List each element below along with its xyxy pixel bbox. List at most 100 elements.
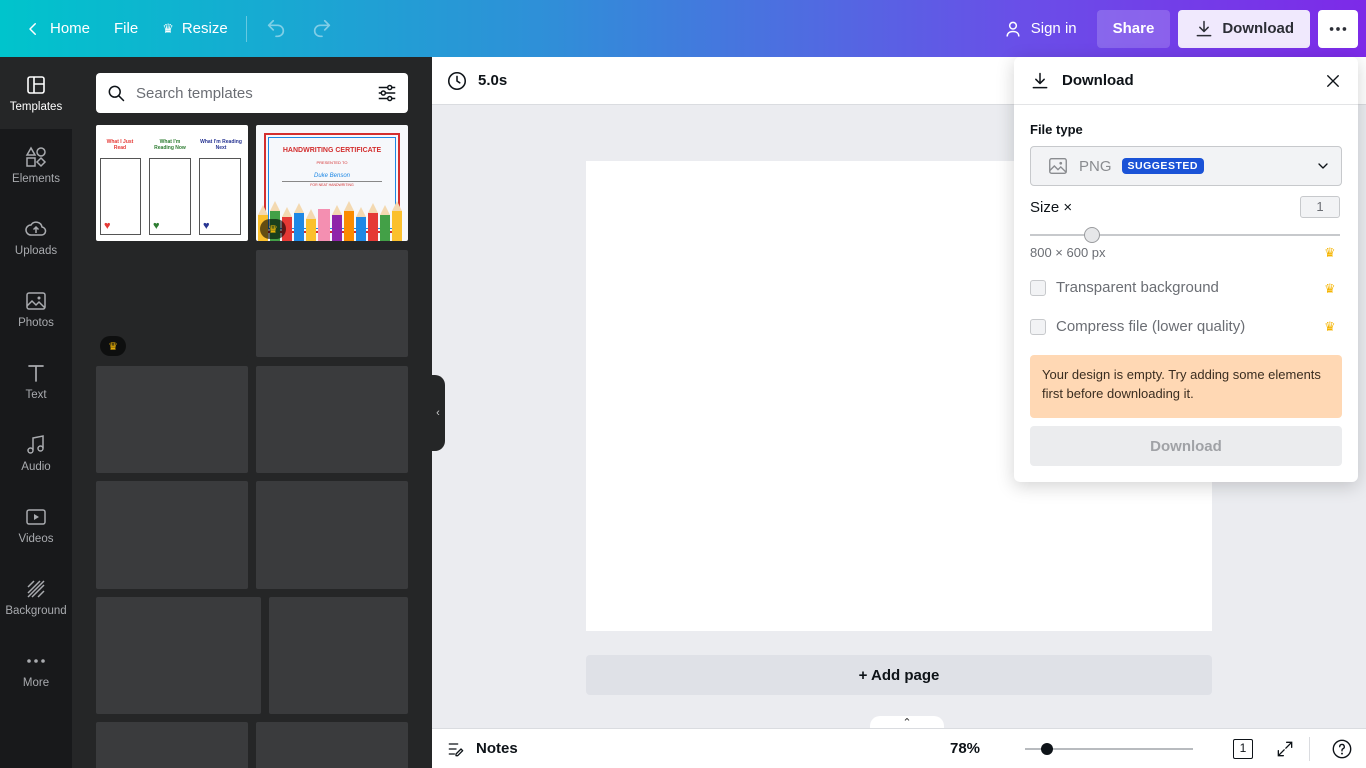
- certificate-title: HANDWRITING CERTIFICATE: [282, 147, 382, 154]
- certificate-name: Duke Benson: [313, 173, 351, 179]
- template-placeholder[interactable]: [269, 597, 408, 714]
- undo-button[interactable]: [253, 10, 299, 48]
- collapse-panel-button[interactable]: ‹: [431, 375, 445, 451]
- rail-label: Text: [25, 389, 47, 401]
- template-placeholder[interactable]: [256, 722, 408, 768]
- compress-file-checkbox[interactable]: [1030, 318, 1046, 335]
- template-placeholder[interactable]: [96, 597, 261, 714]
- reading-col-title-1: What I Just Read: [106, 139, 134, 151]
- template-placeholder[interactable]: [96, 481, 248, 589]
- download-button[interactable]: Download: [1178, 9, 1310, 48]
- user-icon: [1006, 21, 1020, 37]
- elements-icon: [25, 146, 47, 168]
- template-placeholder[interactable]: [256, 481, 408, 589]
- sign-in-label: Sign in: [1030, 20, 1077, 37]
- premium-badge: ♛: [260, 219, 286, 239]
- chevron-left-icon: [29, 22, 36, 35]
- file-type-select[interactable]: PNG SUGGESTED: [1030, 146, 1342, 186]
- page-duration[interactable]: 5.0s: [478, 72, 507, 89]
- video-icon: [26, 509, 46, 525]
- file-label: File: [114, 20, 139, 37]
- crown-icon: ♛: [1324, 281, 1336, 296]
- redo-icon: [313, 19, 330, 37]
- compress-file-label: Compress file (lower quality): [1056, 318, 1246, 335]
- templates-icon: [27, 76, 45, 94]
- close-icon[interactable]: [1324, 72, 1342, 90]
- size-slider[interactable]: [1030, 234, 1340, 236]
- rail-item-audio[interactable]: Audio: [0, 417, 72, 489]
- heart-icon: ♥: [104, 220, 111, 232]
- crown-icon: ♛: [162, 20, 174, 36]
- download-icon: [1196, 20, 1212, 36]
- more-dots-icon: [27, 659, 45, 663]
- rail-label: More: [22, 677, 50, 689]
- rail-item-background[interactable]: Background: [0, 561, 72, 633]
- filter-icon[interactable]: [376, 82, 398, 104]
- search-icon: [108, 85, 125, 102]
- crown-icon: ♛: [1324, 319, 1336, 334]
- transparent-background-option[interactable]: Transparent background: [1030, 279, 1219, 296]
- heart-icon: ♥: [153, 220, 160, 232]
- premium-badge: ♛: [100, 336, 126, 356]
- template-placeholder[interactable]: [96, 722, 248, 768]
- search-box: [96, 73, 408, 113]
- add-page-button[interactable]: + Add page: [586, 655, 1212, 695]
- timer-icon[interactable]: [446, 70, 468, 92]
- search-input[interactable]: [136, 84, 366, 102]
- crown-icon: ♛: [1324, 245, 1336, 260]
- share-button[interactable]: Share: [1096, 9, 1171, 48]
- sign-in-button[interactable]: Sign in: [991, 10, 1089, 48]
- file-menu-button[interactable]: File: [102, 10, 150, 48]
- template-placeholder[interactable]: [96, 366, 248, 473]
- notes-button[interactable]: Notes: [446, 739, 518, 759]
- reading-col-title-3: What I'm Reading Next: [200, 139, 242, 151]
- page-count-button[interactable]: 1: [1233, 739, 1253, 759]
- download-icon: [1032, 72, 1048, 88]
- suggested-badge: SUGGESTED: [1121, 158, 1204, 174]
- reading-col-title-2: What I'm Reading Now: [154, 139, 186, 151]
- download-submit-button[interactable]: Download: [1030, 426, 1342, 466]
- rail-item-more[interactable]: More: [0, 633, 72, 705]
- download-label: Download: [1222, 20, 1294, 37]
- undo-icon: [267, 19, 284, 37]
- rail-label: Audio: [21, 461, 51, 473]
- transparent-background-checkbox[interactable]: [1030, 279, 1046, 296]
- music-note-icon: [27, 435, 44, 454]
- rail-item-elements[interactable]: Elements: [0, 129, 72, 201]
- redo-button[interactable]: [299, 10, 345, 48]
- rail-item-videos[interactable]: Videos: [0, 489, 72, 561]
- size-input[interactable]: 1: [1300, 196, 1340, 218]
- rail-label: Videos: [18, 533, 54, 545]
- zoom-slider-knob[interactable]: [1041, 743, 1053, 755]
- template-handwriting-certificate[interactable]: HANDWRITING CERTIFICATE PRESENTED TO Duk…: [256, 125, 408, 241]
- rail-label: Uploads: [14, 245, 58, 257]
- template-placeholder[interactable]: [256, 250, 408, 357]
- resize-label: Resize: [181, 20, 228, 37]
- home-button[interactable]: Home: [12, 10, 102, 48]
- file-type-label: File type: [1030, 122, 1083, 137]
- rail-item-text[interactable]: Text: [0, 345, 72, 417]
- template-placeholder[interactable]: ♛: [96, 250, 248, 357]
- template-reading-log[interactable]: What I Just Read What I'm Reading Now Wh…: [96, 125, 248, 241]
- help-icon[interactable]: [1331, 738, 1353, 760]
- more-options-button[interactable]: [1318, 9, 1358, 48]
- fullscreen-icon[interactable]: [1275, 739, 1295, 759]
- size-label: Size ×: [1030, 199, 1073, 216]
- download-submit-label: Download: [1150, 437, 1222, 455]
- add-page-label: + Add page: [858, 666, 940, 684]
- notes-icon: [448, 742, 464, 756]
- zoom-level[interactable]: 78%: [950, 740, 980, 757]
- rail-label: Elements: [12, 173, 60, 185]
- download-panel-title: Download: [1062, 72, 1134, 89]
- rail-item-photos[interactable]: Photos: [0, 273, 72, 345]
- rail-label: Photos: [18, 317, 54, 329]
- size-slider-knob[interactable]: [1084, 227, 1100, 243]
- compress-file-option[interactable]: Compress file (lower quality): [1030, 318, 1245, 335]
- rail-item-uploads[interactable]: Uploads: [0, 201, 72, 273]
- rail-item-templates[interactable]: Templates: [0, 57, 72, 129]
- resize-button[interactable]: ♛ Resize: [150, 10, 240, 48]
- template-placeholder[interactable]: [256, 366, 408, 473]
- transparent-background-label: Transparent background: [1056, 279, 1219, 296]
- download-panel-header: Download: [1014, 57, 1358, 105]
- rail-label: Templates: [9, 101, 63, 113]
